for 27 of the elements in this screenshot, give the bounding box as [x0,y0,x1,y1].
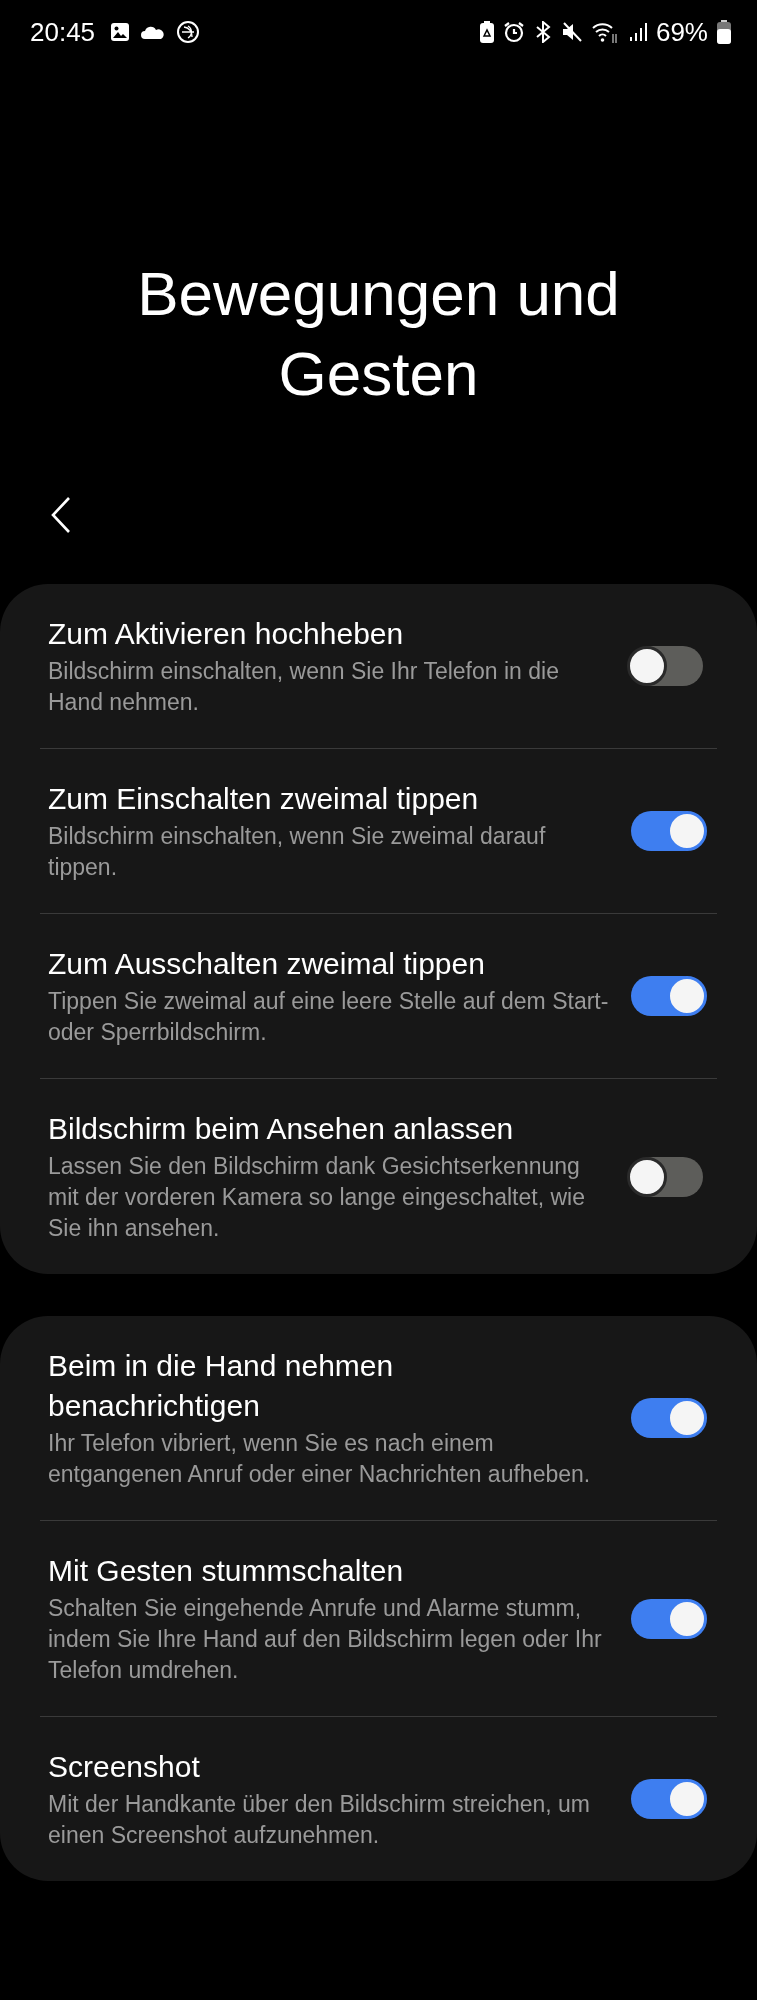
battery-icon [717,20,731,44]
setting-title[interactable]: Beim in die Hand nehmen benachrichtigen [48,1346,611,1426]
signal-icon [628,21,647,43]
setting-description: Tippen Sie zweimal auf eine leere Stelle auf dem Start- oder Sperrbildschirm. [48,987,610,1047]
setting-title[interactable]: Zum Ausschalten zweimal tippen [48,944,611,984]
setting-description: Bildschirm einschalten, wenn Sie Ihr Telefon in die Hand nehmen. [48,657,560,717]
battery-saver-icon [479,21,494,43]
setting-title[interactable]: Bildschirm beim Ansehen anlassen [48,1109,611,1149]
back-icon[interactable] [50,496,72,534]
setting-description: Lassen Sie den Bildschirm dank Gesichtserkennung mit der vorderen Kamera so lange eingeschaltet, wie Sie ihn ansehen. [48,1152,586,1243]
setting-title[interactable]: Mit Gesten stummschalten [48,1551,611,1591]
setting-title[interactable]: Screenshot [48,1747,611,1787]
globe-icon [176,20,201,44]
setting-description: Ihr Telefon vibriert, wenn Sie es nach einem entgangenen Anruf oder einer Nachrichten aufheben. [48,1429,592,1489]
status-time: 20:45 [30,16,96,48]
setting-title[interactable]: Zum Aktivieren hochheben [48,614,611,654]
setting-description: Mit der Handkante über den Bildschirm streichen, um einen Screenshot aufzunehmen. [48,1790,592,1850]
mute-icon [560,21,583,43]
setting-description: Bildschirm einschalten, wenn Sie zweimal darauf tippen. [48,822,547,882]
battery-percent: 69% [655,16,708,48]
alarm-icon [502,21,525,43]
cloud-icon [141,25,166,39]
page-title: Bewegungen und Gesten [136,258,621,410]
wifi-icon [591,20,620,44]
setting-title[interactable]: Zum Einschalten zweimal tippen [48,779,611,819]
setting-description: Schalten Sie eingehende Anrufe und Alarme stumm, indem Sie Ihre Hand auf den Bildschirm legen oder Ihr Telefon umdrehen. [48,1594,603,1685]
image-icon [110,22,131,42]
